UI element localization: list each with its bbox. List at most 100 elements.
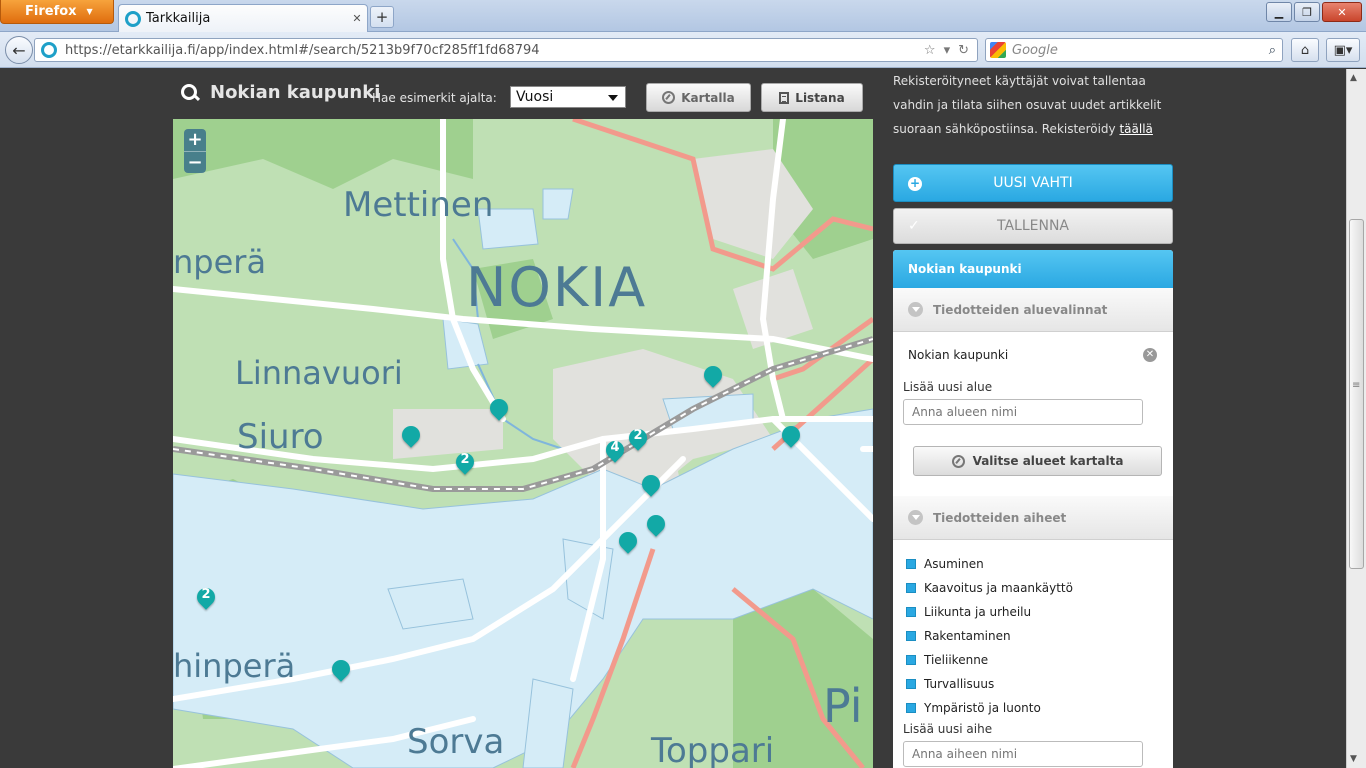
- checkbox-icon[interactable]: [906, 703, 916, 713]
- collapse-arrow-icon: [908, 510, 923, 525]
- topic-item[interactable]: Tieliikenne: [906, 648, 1173, 672]
- restore-window-button[interactable]: ❐: [1294, 2, 1320, 22]
- add-topic-input[interactable]: [903, 741, 1143, 767]
- topics-header-label: Tiedotteiden aiheet: [933, 510, 1067, 525]
- remove-area-icon[interactable]: ✕: [1143, 348, 1157, 362]
- example-period-label: Hae esimerkit ajalta:: [372, 91, 497, 105]
- firefox-menu-label: Firefox: [25, 4, 77, 19]
- page-scrollbar[interactable]: ▲ ▼: [1346, 69, 1366, 768]
- cluster-count: 4: [610, 440, 620, 455]
- areas-section-header[interactable]: Tiedotteiden aluevalinnat: [893, 288, 1173, 332]
- checkbox-icon[interactable]: [906, 655, 916, 665]
- chevron-down-icon: [608, 95, 618, 101]
- topic-item[interactable]: Liikunta ja urheilu: [906, 600, 1173, 624]
- zoom-in-button[interactable]: +: [184, 129, 206, 151]
- map-marker[interactable]: [643, 511, 669, 541]
- topic-item[interactable]: Ympäristö ja luonto: [906, 696, 1173, 720]
- search-title: Nokian kaupunki: [180, 82, 380, 103]
- google-engine-icon[interactable]: [990, 42, 1006, 58]
- new-tab-button[interactable]: +: [370, 6, 394, 28]
- url-text[interactable]: https://etarkkailija.fi/app/index.html#/…: [65, 43, 916, 58]
- reload-icon[interactable]: ↻: [958, 43, 969, 58]
- areas-header-label: Tiedotteiden aluevalinnat: [933, 302, 1108, 317]
- address-bar[interactable]: https://etarkkailija.fi/app/index.html#/…: [34, 38, 978, 62]
- map-marker[interactable]: [615, 528, 641, 558]
- map-marker[interactable]: [638, 471, 664, 501]
- checkmark-icon: ✓: [908, 218, 920, 234]
- list-view-label: Listana: [795, 90, 845, 105]
- page-content: Nokian kaupunki Hae esimerkit ajalta: Vu…: [0, 69, 1346, 768]
- map-marker[interactable]: [328, 656, 354, 686]
- topic-item[interactable]: Kaavoitus ja maankäyttö: [906, 576, 1173, 600]
- topic-label: Tieliikenne: [924, 653, 989, 667]
- cluster-count: 2: [633, 428, 643, 443]
- register-link[interactable]: täällä: [1119, 122, 1152, 136]
- topic-label: Turvallisuus: [924, 677, 995, 691]
- search-icon: [180, 83, 200, 103]
- checkbox-icon[interactable]: [906, 583, 916, 593]
- topic-item[interactable]: Turvallisuus: [906, 672, 1173, 696]
- period-select[interactable]: Vuosi: [510, 86, 626, 108]
- home-button[interactable]: ⌂: [1291, 38, 1319, 62]
- plus-icon: +: [908, 176, 922, 191]
- scroll-up-icon[interactable]: ▲: [1350, 73, 1357, 83]
- map-marker[interactable]: [778, 422, 804, 452]
- checkbox-icon[interactable]: [906, 607, 916, 617]
- pick-areas-on-map-button[interactable]: Valitse alueet kartalta: [913, 446, 1162, 476]
- watch-title: Nokian kaupunki: [893, 250, 1173, 288]
- map-marker[interactable]: [398, 422, 424, 452]
- map-marker-cluster[interactable]: 2: [193, 584, 219, 614]
- search-placeholder[interactable]: Google: [1012, 43, 1263, 58]
- map-label-pi: Pi: [823, 679, 863, 733]
- bookmarks-button[interactable]: ▣▾: [1326, 38, 1360, 62]
- save-button[interactable]: ✓ TALLENNA: [893, 208, 1173, 244]
- compass-icon: [662, 91, 676, 104]
- map-marker-cluster[interactable]: 2: [452, 449, 478, 479]
- site-identity-icon[interactable]: [41, 42, 57, 58]
- map-view-button[interactable]: Kartalla: [646, 83, 751, 112]
- map-marker[interactable]: [700, 362, 726, 392]
- chevron-down-icon: ▼: [86, 7, 93, 16]
- topic-item[interactable]: Asuminen: [906, 552, 1173, 576]
- topics-section-header[interactable]: Tiedotteiden aiheet: [893, 496, 1173, 540]
- map-marker-cluster[interactable]: 2: [625, 425, 651, 455]
- navigation-toolbar: ← https://etarkkailija.fi/app/index.html…: [0, 32, 1366, 68]
- checkbox-icon[interactable]: [906, 631, 916, 641]
- map-label-linnavuori: Linnavuori: [235, 354, 403, 392]
- close-tab-icon[interactable]: ✕: [347, 12, 367, 25]
- map-marker[interactable]: [486, 395, 512, 425]
- zoom-out-button[interactable]: −: [184, 151, 206, 173]
- map-canvas[interactable]: + − Mettinen NOKIA Linnavuori Siuro nper…: [173, 119, 873, 768]
- map-marker-cluster[interactable]: 4: [602, 437, 628, 467]
- checkbox-icon[interactable]: [906, 679, 916, 689]
- tab-title: Tarkkailija: [146, 11, 211, 26]
- back-button[interactable]: ←: [5, 36, 33, 64]
- watch-panel: Nokian kaupunki Tiedotteiden aluevalinna…: [893, 250, 1173, 768]
- window-titlebar: Firefox ▼ Tarkkailija ✕ + ▁ ❐ ✕: [0, 0, 1366, 32]
- add-area-input[interactable]: [903, 399, 1143, 425]
- map-label-mettinen: Mettinen: [343, 185, 494, 225]
- bookmark-star-icon[interactable]: ☆: [924, 43, 936, 58]
- map-label-nokia: NOKIA: [466, 256, 648, 319]
- topic-item[interactable]: Rakentaminen: [906, 624, 1173, 648]
- firefox-menu-button[interactable]: Firefox ▼: [0, 0, 114, 24]
- list-view-button[interactable]: Listana: [761, 83, 863, 112]
- browser-tab[interactable]: Tarkkailija ✕: [118, 4, 368, 32]
- scroll-down-icon[interactable]: ▼: [1350, 754, 1357, 764]
- cluster-count: 2: [460, 452, 470, 467]
- dropdown-arrow-icon[interactable]: ▾: [944, 43, 951, 58]
- close-window-button[interactable]: ✕: [1322, 2, 1362, 22]
- map-label-sorva: Sorva: [407, 722, 505, 762]
- checkbox-icon[interactable]: [906, 559, 916, 569]
- map-label-siuro: Siuro: [237, 417, 324, 457]
- add-topic-label: Lisää uusi aihe: [903, 722, 993, 736]
- new-watch-button[interactable]: + UUSI VAHTI: [893, 164, 1173, 202]
- scrollbar-thumb[interactable]: [1349, 219, 1364, 569]
- site-favicon-icon: [125, 10, 141, 27]
- search-icon[interactable]: ⌕: [1269, 43, 1282, 58]
- new-watch-label: UUSI VAHTI: [993, 175, 1073, 191]
- topic-label: Rakentaminen: [924, 629, 1011, 643]
- minimize-window-button[interactable]: ▁: [1266, 2, 1292, 22]
- search-bar[interactable]: Google ⌕: [985, 38, 1283, 62]
- save-label: TALLENNA: [996, 218, 1069, 234]
